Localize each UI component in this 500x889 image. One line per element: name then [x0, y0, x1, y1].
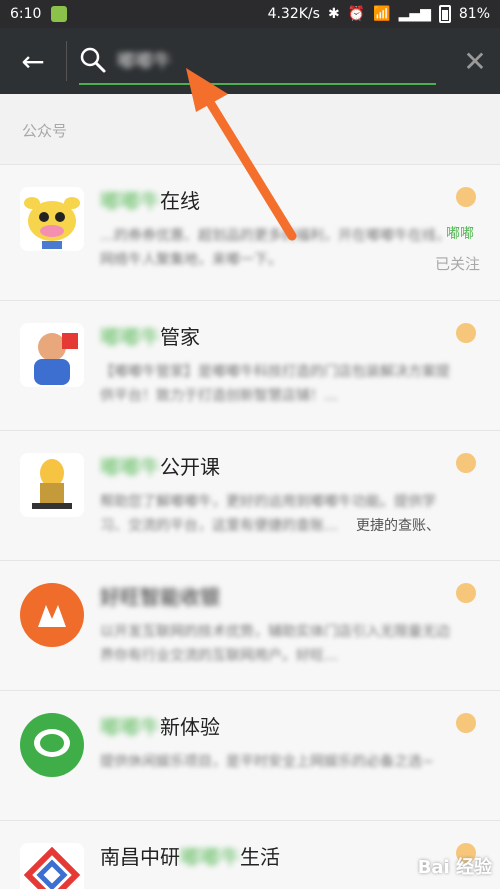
watermark: Bai 经验	[417, 857, 492, 878]
annotation-arrow	[186, 68, 297, 241]
